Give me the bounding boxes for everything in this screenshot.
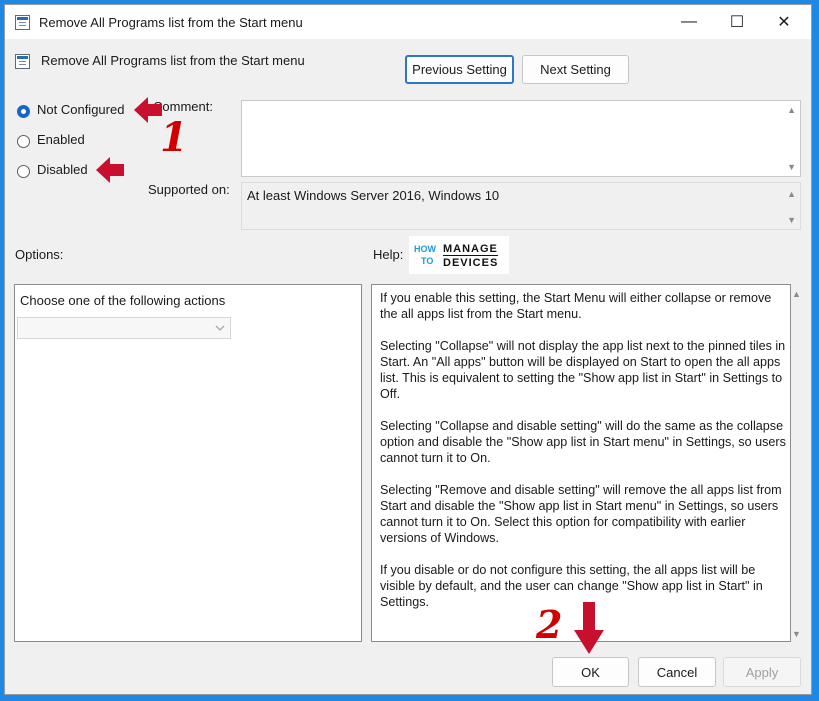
supported-on-label: Supported on: — [148, 182, 230, 197]
annotation-arrow-down — [574, 602, 604, 654]
supported-on-box: At least Windows Server 2016, Windows 10… — [241, 182, 801, 230]
help-paragraph: Selecting "Collapse and disable setting"… — [380, 419, 786, 465]
logo-to-text: TO — [421, 256, 434, 266]
scroll-up-icon[interactable]: ▲ — [787, 105, 796, 115]
title-bar[interactable]: Remove All Programs list from the Start … — [5, 5, 811, 39]
options-panel: Choose one of the following actions — [14, 284, 362, 642]
help-paragraph: Selecting "Remove and disable setting" w… — [380, 483, 782, 545]
policy-dialog: Remove All Programs list from the Start … — [4, 4, 812, 695]
radio-enabled-indicator[interactable] — [17, 135, 30, 148]
annotation-number-2: 2 — [536, 602, 563, 647]
scroll-down-icon[interactable]: ▼ — [787, 162, 796, 172]
options-label: Options: — [15, 247, 64, 262]
setting-name: Remove All Programs list from the Start … — [41, 53, 305, 68]
annotation-arrow-left-2 — [96, 157, 128, 183]
maximize-button[interactable]: ☐ — [715, 6, 759, 38]
chevron-down-icon — [215, 325, 225, 331]
previous-setting-button[interactable]: Previous Setting — [405, 55, 514, 84]
policy-window-icon — [15, 15, 30, 30]
help-scroll-down-icon[interactable]: ▼ — [792, 629, 801, 639]
next-setting-button[interactable]: Next Setting — [522, 55, 629, 84]
ok-button[interactable]: OK — [552, 657, 629, 687]
logo-devices-text: DEVICES — [443, 257, 499, 269]
radio-disabled-label: Disabled — [37, 162, 88, 177]
logo-how-text: HOW — [414, 244, 436, 254]
options-prompt: Choose one of the following actions — [20, 293, 226, 308]
help-paragraph: If you enable this setting, the Start Me… — [380, 291, 772, 321]
help-paragraph: Selecting "Collapse" will not display th… — [380, 339, 786, 401]
help-text: If you enable this setting, the Start Me… — [380, 290, 792, 626]
close-button[interactable]: ✕ — [762, 6, 806, 38]
cancel-button[interactable]: Cancel — [638, 657, 716, 687]
help-scroll-up-icon[interactable]: ▲ — [792, 289, 801, 299]
radio-not-configured-label: Not Configured — [37, 102, 125, 117]
window-title: Remove All Programs list from the Start … — [39, 15, 303, 30]
scroll-down-icon[interactable]: ▼ — [787, 215, 796, 225]
radio-disabled-indicator[interactable] — [17, 165, 30, 178]
howtomanagedevices-logo: HOW TO MANAGE DEVICES — [409, 236, 509, 274]
minimize-button[interactable]: — — [667, 6, 711, 38]
logo-manage-text: MANAGE — [443, 243, 498, 256]
comment-textarea[interactable]: ▲ ▼ — [241, 100, 801, 177]
supported-on-value: At least Windows Server 2016, Windows 10 — [247, 188, 500, 203]
radio-enabled-label: Enabled — [37, 132, 85, 147]
action-dropdown[interactable] — [17, 317, 231, 339]
help-label: Help: — [373, 247, 404, 262]
annotation-number-1: 1 — [160, 114, 188, 161]
radio-not-configured-indicator[interactable] — [17, 105, 30, 118]
scroll-up-icon[interactable]: ▲ — [787, 189, 796, 199]
apply-button[interactable]: Apply — [723, 657, 801, 687]
setting-icon — [15, 54, 30, 69]
